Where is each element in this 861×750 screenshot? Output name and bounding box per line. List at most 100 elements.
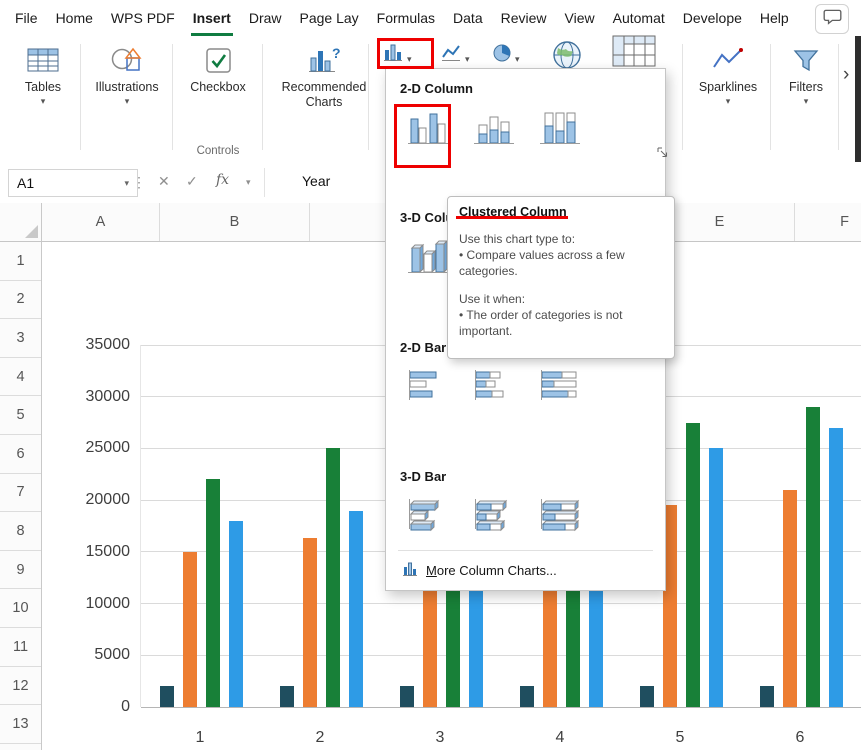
row-header-2[interactable]: 2: [0, 281, 41, 320]
tooltip-body: Use this chart type to:• Compare values …: [459, 231, 663, 339]
tooltip-line: • The order of categories is not importa…: [459, 307, 663, 339]
row-header-7[interactable]: 7: [0, 474, 41, 513]
checkbox-label: Checkbox: [190, 80, 246, 95]
insert-function-icon[interactable]: fx: [216, 172, 229, 188]
column-header-b[interactable]: B: [160, 203, 310, 241]
tables-button[interactable]: Tables ▾: [14, 43, 72, 106]
bar-orange-cat-6: [783, 490, 797, 707]
row-header-13[interactable]: 13: [0, 705, 41, 744]
menu-option-stacked-bar[interactable]: [466, 361, 522, 413]
tab-draw[interactable]: Draw: [240, 0, 291, 36]
bar-teal-cat-3: [400, 686, 414, 707]
x-axis-label-4: 4: [556, 729, 565, 747]
row-header-4[interactable]: 4: [0, 358, 41, 397]
menu-section-3-d-bar: 3-D Bar: [398, 467, 653, 542]
row-header-5[interactable]: 5: [0, 396, 41, 435]
controls-group-label: Controls: [182, 145, 254, 157]
row-header-6[interactable]: 6: [0, 435, 41, 474]
tab-data[interactable]: Data: [444, 0, 492, 36]
tab-insert[interactable]: Insert: [184, 0, 240, 36]
menu-option-100-stacked-bar[interactable]: [532, 361, 588, 413]
svg-text:?: ?: [332, 45, 341, 61]
tables-icon: [27, 43, 59, 77]
x-axis-label-1: 1: [196, 729, 205, 747]
insert-line-chart-button[interactable]: ▾: [440, 42, 470, 68]
tab-view[interactable]: View: [556, 0, 604, 36]
tab-automat[interactable]: Automat: [604, 0, 674, 36]
caret-down-icon: ▾: [465, 55, 470, 64]
recommended-charts-label: Recommended Charts: [272, 80, 376, 110]
tab-home[interactable]: Home: [47, 0, 102, 36]
filter-funnel-icon: [793, 43, 819, 77]
comment-button[interactable]: [815, 4, 849, 34]
group-separator: [838, 44, 839, 150]
tables-label: Tables: [25, 80, 61, 95]
row-header-10[interactable]: 10: [0, 589, 41, 628]
tab-develope[interactable]: Develope: [674, 0, 751, 36]
menu-option-3d-stacked-bar[interactable]: [466, 490, 522, 542]
row-header-1[interactable]: 1: [0, 242, 41, 281]
name-box-caret-icon[interactable]: ▾: [124, 178, 129, 189]
ribbon-overflow-chevron[interactable]: ›: [843, 64, 849, 86]
maps-button[interactable]: [552, 44, 582, 70]
gridline-5000: [141, 655, 861, 656]
menu-option-clustered-bar[interactable]: [400, 361, 456, 413]
group-separator: [682, 44, 683, 150]
select-all-corner[interactable]: [0, 203, 42, 242]
menu-more-column-charts[interactable]: More Column Charts...: [398, 555, 653, 582]
recommended-charts-button[interactable]: ? Recommended Charts: [272, 43, 376, 110]
row-header-9[interactable]: 9: [0, 551, 41, 590]
menu-icon-row: [400, 102, 651, 154]
checkbox-button[interactable]: Checkbox: [182, 43, 254, 95]
enter-icon[interactable]: ✓: [186, 173, 198, 190]
menu-option-stacked-column[interactable]: [466, 102, 522, 154]
menu-option-3d-100-stacked-bar[interactable]: [532, 490, 588, 542]
tab-help[interactable]: Help: [751, 0, 798, 36]
tab-page-lay[interactable]: Page Lay: [291, 0, 368, 36]
tab-review[interactable]: Review: [492, 0, 556, 36]
insert-pie-chart-button[interactable]: ▾: [492, 42, 520, 68]
cancel-icon[interactable]: ✕: [158, 173, 170, 190]
sparklines-button[interactable]: Sparklines ▾: [692, 43, 764, 106]
row-headers: 12345678910111213: [0, 242, 42, 750]
chart-type-tooltip: Clustered Column Use this chart type to:…: [447, 196, 675, 359]
row-header-12[interactable]: 12: [0, 667, 41, 706]
excel-window: FileHomeWPS PDFInsertDrawPage LayFormula…: [0, 0, 861, 750]
bar-blue-cat-1: [229, 521, 243, 707]
row-header-8[interactable]: 8: [0, 512, 41, 551]
tooltip-line: Use this chart type to:: [459, 231, 663, 247]
row-header-11[interactable]: 11: [0, 628, 41, 667]
bar-orange-cat-2: [303, 538, 317, 707]
menu-option-100-stacked-column[interactable]: [532, 102, 588, 154]
row-header-3[interactable]: 3: [0, 319, 41, 358]
ribbon-tabs: FileHomeWPS PDFInsertDrawPage LayFormula…: [0, 0, 861, 36]
menu-option-3d-clustered-bar[interactable]: [400, 490, 456, 542]
y-axis-tick-5000: 5000: [42, 646, 130, 664]
menu-option-clustered-column[interactable]: [400, 102, 456, 154]
tab-file[interactable]: File: [6, 0, 47, 36]
filters-button[interactable]: Filters ▾: [778, 43, 834, 106]
caret-down-icon: ▾: [726, 97, 731, 106]
illustrations-icon: [110, 43, 144, 77]
bar-green-cat-1: [206, 479, 220, 707]
comment-icon: [823, 8, 842, 30]
y-axis-tick-20000: 20000: [42, 491, 130, 509]
column-header-a[interactable]: A: [42, 203, 160, 241]
sparklines-label: Sparklines: [699, 80, 757, 95]
formula-bar-divider: [264, 168, 265, 197]
column-header-f[interactable]: F: [795, 203, 861, 241]
tab-wps-pdf[interactable]: WPS PDF: [102, 0, 184, 36]
y-axis-tick-30000: 30000: [42, 388, 130, 406]
tab-formulas[interactable]: Formulas: [368, 0, 444, 36]
name-box[interactable]: A1 ▾: [8, 169, 138, 197]
pivotchart-button[interactable]: [612, 40, 656, 66]
formula-input[interactable]: Year: [302, 173, 330, 189]
dialog-launcher-icon[interactable]: [655, 145, 669, 159]
tooltip-line: Use it when:: [459, 291, 663, 307]
pivot-grid-icon: [612, 35, 656, 72]
insert-column-chart-button[interactable]: ▾: [382, 42, 412, 68]
checkbox-icon: [205, 43, 232, 77]
formula-bar-caret-icon[interactable]: ▾: [246, 177, 251, 188]
bar-teal-cat-5: [640, 686, 654, 707]
illustrations-button[interactable]: Illustrations ▾: [88, 43, 166, 106]
